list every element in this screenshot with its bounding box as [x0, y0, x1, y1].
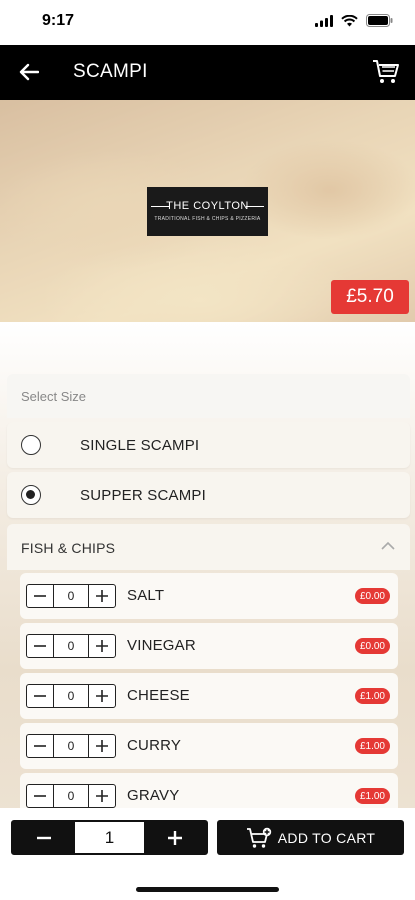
size-option-supper[interactable]: SUPPER SCAMPI — [7, 472, 410, 518]
minus-icon — [34, 645, 46, 647]
minus-icon — [37, 836, 51, 839]
plus-icon — [168, 830, 182, 845]
status-bar: 9:17 — [0, 0, 415, 45]
decrement-button[interactable] — [27, 785, 53, 807]
addon-price-badge: £1.00 — [354, 738, 390, 754]
addon-name: SALT — [127, 587, 165, 604]
increment-button[interactable] — [89, 785, 115, 807]
cart-add-icon — [246, 827, 271, 848]
logo-rule-right — [246, 206, 264, 207]
size-option-label: SUPPER SCAMPI — [80, 487, 206, 504]
addon-row: 0 CHEESE £1.00 — [20, 673, 398, 719]
addon-row: 0 VINEGAR £0.00 — [20, 623, 398, 669]
quantity-value[interactable]: 1 — [75, 822, 144, 853]
decrement-button[interactable] — [27, 735, 53, 757]
addon-row: 0 SALT £0.00 — [20, 573, 398, 619]
addon-price-badge: £0.00 — [354, 638, 390, 654]
quantity-value[interactable]: 0 — [53, 735, 89, 757]
increment-button[interactable] — [89, 735, 115, 757]
chevron-up-icon[interactable] — [380, 538, 396, 554]
page-title: SCAMPI — [73, 61, 148, 82]
plus-icon — [96, 590, 108, 602]
wifi-icon — [341, 14, 358, 26]
signal-icon — [315, 14, 333, 27]
logo-rule-left — [151, 206, 169, 207]
increment-button[interactable] — [89, 635, 115, 657]
back-button[interactable] — [14, 57, 44, 87]
minus-icon — [34, 745, 46, 747]
arrow-left-icon — [19, 63, 39, 81]
minus-icon — [34, 695, 46, 697]
addon-row: 0 GRAVY £1.00 — [20, 773, 398, 808]
addon-price-badge: £1.00 — [354, 788, 390, 804]
quantity-stepper: 0 — [26, 584, 116, 608]
quantity-selector: 1 — [11, 820, 208, 855]
addon-price-badge: £1.00 — [354, 688, 390, 704]
battery-icon — [366, 14, 393, 27]
app-bar: SCAMPI — [0, 45, 415, 100]
addon-name: CHEESE — [127, 687, 190, 704]
addon-name: VINEGAR — [127, 637, 196, 654]
quantity-stepper: 0 — [26, 734, 116, 758]
quantity-stepper: 0 — [26, 684, 116, 708]
radio-button[interactable] — [21, 435, 41, 455]
cart-button[interactable] — [369, 55, 403, 89]
plus-icon — [96, 690, 108, 702]
decrease-quantity-button[interactable] — [13, 822, 75, 853]
addon-price-badge: £0.00 — [354, 588, 390, 604]
addon-group-title: FISH & CHIPS — [21, 540, 116, 556]
price-badge: £5.70 — [331, 280, 409, 314]
quantity-stepper: 0 — [26, 784, 116, 808]
plus-icon — [96, 790, 108, 802]
bottom-bar: 1 ADD TO CART — [0, 808, 415, 900]
addon-name: CURRY — [127, 737, 182, 754]
add-to-cart-button[interactable]: ADD TO CART — [217, 820, 404, 855]
quantity-value[interactable]: 0 — [53, 635, 89, 657]
status-icons — [315, 14, 393, 27]
addon-name: GRAVY — [127, 787, 180, 804]
decrement-button[interactable] — [27, 635, 53, 657]
plus-icon — [96, 640, 108, 652]
addon-group-header[interactable]: FISH & CHIPS — [7, 524, 410, 570]
plus-icon — [96, 740, 108, 752]
size-option-label: SINGLE SCAMPI — [80, 437, 200, 454]
quantity-value[interactable]: 0 — [53, 785, 89, 807]
minus-icon — [34, 795, 46, 797]
quantity-stepper: 0 — [26, 634, 116, 658]
status-time: 9:17 — [42, 12, 75, 29]
home-indicator[interactable] — [136, 887, 279, 892]
addon-list: 0 SALT £0.00 0 VINEGAR £0.00 0 CHEESE £1… — [7, 570, 410, 808]
increase-quantity-button[interactable] — [144, 822, 206, 853]
decrement-button[interactable] — [27, 685, 53, 707]
quantity-value[interactable]: 0 — [53, 585, 89, 607]
size-option-single[interactable]: SINGLE SCAMPI — [7, 422, 410, 468]
quantity-value[interactable]: 0 — [53, 685, 89, 707]
radio-button-selected[interactable] — [21, 485, 41, 505]
increment-button[interactable] — [89, 685, 115, 707]
product-image: THE COYLTON TRADITIONAL FISH & CHIPS & P… — [0, 100, 415, 322]
size-section-label: Select Size — [7, 374, 410, 418]
decrement-button[interactable] — [27, 585, 53, 607]
minus-icon — [34, 595, 46, 597]
size-label: Select Size — [21, 389, 87, 404]
restaurant-logo: THE COYLTON TRADITIONAL FISH & CHIPS & P… — [147, 187, 268, 236]
addon-row: 0 CURRY £1.00 — [20, 723, 398, 769]
add-to-cart-label: ADD TO CART — [277, 829, 376, 846]
cart-icon — [373, 60, 399, 83]
increment-button[interactable] — [89, 585, 115, 607]
logo-subtitle: TRADITIONAL FISH & CHIPS & PIZZERIA — [154, 216, 261, 222]
